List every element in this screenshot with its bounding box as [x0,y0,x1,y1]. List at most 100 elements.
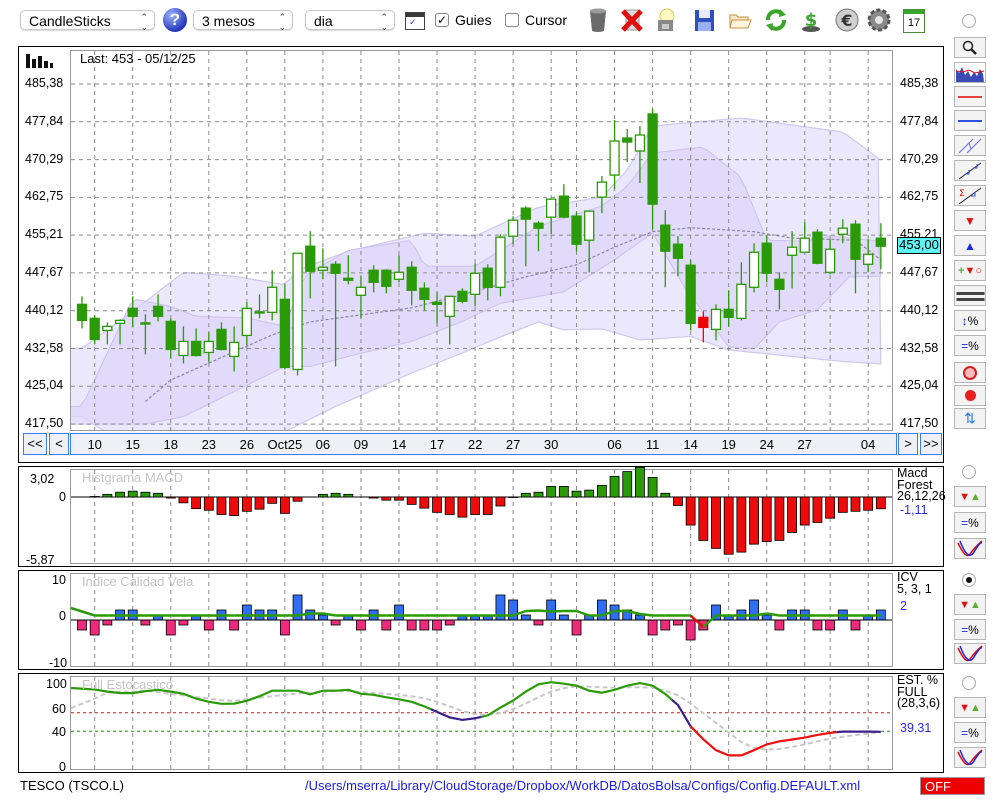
stochastic-ytick: 40 [52,725,66,739]
macd-legend: Macd Forest 26,12,26 [897,466,946,503]
volume-profile-button[interactable] [954,62,986,83]
candle-body-up [863,253,874,265]
macd-signals-button[interactable]: ▼▲ [954,486,986,507]
candle [292,252,303,376]
sync-button[interactable]: ⇅ [954,408,986,429]
candle-body-up [267,286,278,314]
candle-body-up [609,140,620,176]
buy-signal-button[interactable]: ▲ [954,235,986,256]
off-toggle-button[interactable]: OFF [920,777,985,795]
icv-ytick: 0 [59,609,66,623]
icv-bar [558,614,569,621]
macd-bar [165,496,176,499]
level-percent-button[interactable]: =% [954,335,986,356]
nav-prev-button[interactable]: < [49,433,69,455]
icv-bar [279,619,290,636]
candle-body-up [317,266,329,271]
red-line-tool-button[interactable] [954,86,986,107]
channel-tool-button[interactable] [954,135,986,156]
icv-bar [394,604,404,621]
date-axis-label: 23 [201,437,217,452]
candle [267,270,278,321]
date-axis-label: Oct25 [267,437,303,452]
icv-bar [381,619,392,631]
macd-levels-button[interactable]: =% [954,512,986,533]
candle-body-down [368,269,379,283]
candle-body-up [102,325,113,332]
blue-line-icon [958,119,982,122]
candle-body-up [736,283,747,320]
crossover-curve-icon [957,539,983,556]
candle [495,234,506,297]
candle [609,119,620,190]
candle-body-up [203,340,214,354]
date-axis-label: 27 [505,437,521,452]
clear-button[interactable] [954,362,986,383]
icv-bar [229,619,240,631]
sell-signal-button[interactable]: ▼ [954,210,986,231]
candle-body-up [634,134,646,152]
icv-signal-line [639,612,653,617]
nav-next-button[interactable]: > [898,433,918,455]
icv-crossover-button[interactable] [954,643,986,664]
icv-bar [406,619,417,631]
stochastic-crossover-button[interactable] [954,747,986,768]
volume-chart-icon [955,67,985,82]
macd-bar [698,496,709,541]
macd-bar [825,496,836,519]
price-axis-label-left: 462,75 [25,189,64,204]
icv-bar [774,619,785,631]
macd-bar [318,493,328,498]
add-signal-button[interactable]: +▼○ [954,260,986,281]
price-axis-label-right: 425,04 [900,378,939,393]
date-axis-label: 06 [607,437,622,452]
macd-radio[interactable] [962,465,976,479]
icv-bar [444,619,455,626]
nav-first-button[interactable]: << [23,433,47,455]
price-axis-label-right: 470,29 [900,151,939,166]
stochastic-value: 39,31 [900,721,932,735]
price-axis-label-right: 447,67 [900,264,939,279]
price-axis-label-right: 417,50 [900,416,939,431]
stochastic-ytick: 60 [52,702,66,716]
icv-bar [241,604,252,621]
sigma-trendline-button[interactable]: Σ [954,185,986,206]
date-axis-label: 09 [353,437,369,452]
icv-bar [685,619,696,641]
price-axis-label-left: 470,29 [25,151,64,166]
candle-body-down [533,222,544,229]
icv-signals-button[interactable]: ▼▲ [954,594,986,615]
dashed-lines-button[interactable]: ▬▬▬ ▬▬▬ [954,285,986,306]
level-percent-icon: =% [961,622,979,637]
icv-bar [571,619,582,636]
stochastic-levels-button[interactable]: =% [954,722,986,743]
record-button[interactable] [954,385,986,406]
macd-bar [723,496,734,555]
candle [685,260,696,331]
stochastic-signals-button[interactable]: ▼▲ [954,697,986,718]
macd-crossover-button[interactable] [954,538,986,559]
macd-bar [127,490,138,498]
macd-bar [381,496,392,501]
config-path-link[interactable]: /Users/mserra/Library/CloudStorage/Dropb… [305,778,860,793]
zoom-tool-button[interactable] [954,37,986,58]
icv-levels-button[interactable]: =% [954,619,986,640]
icv-signal-line [576,609,590,617]
macd-bar [470,496,480,515]
range-percent-button[interactable]: ↕% [954,310,986,331]
crossover-curve-icon [957,748,983,765]
nav-last-button[interactable]: >> [920,433,942,455]
candle-body-down [381,269,392,287]
macd-bar [736,496,747,553]
icv-bar [533,619,544,626]
price-axis-label-left: 485,38 [25,76,64,90]
trendline-tool-button[interactable] [954,160,986,181]
stochastic-radio[interactable] [962,676,976,690]
last-price-label: Last: 453 - 05/12/25 [80,51,196,66]
date-axis-label: 27 [797,437,812,452]
icv-bar [165,619,176,636]
icv-radio[interactable] [962,573,976,587]
stochastic-k-line-weak [670,698,692,727]
blue-line-tool-button[interactable] [954,110,986,131]
icv-bar [812,619,823,631]
